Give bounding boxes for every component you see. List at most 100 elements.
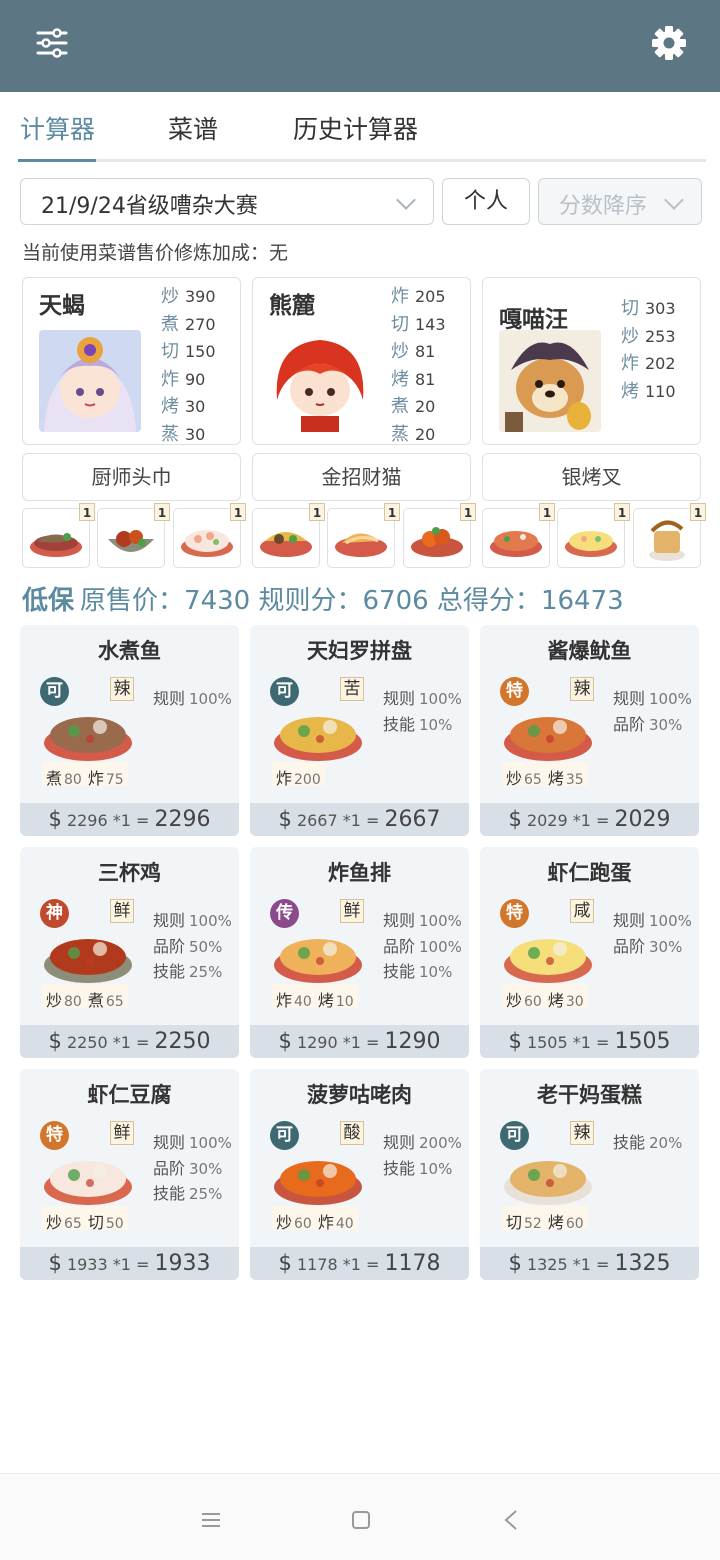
recipe-card[interactable]: 天妇罗拼盘 可 苦 规则 100% 技能 10% 炸 200 $ 2667 *1 = 2… xyxy=(250,625,469,836)
slot-count-badge: 1 xyxy=(309,503,325,521)
bonus-line: 规则 100% xyxy=(613,689,692,708)
quantity-multiplier: *1 xyxy=(112,1255,131,1274)
mode-personal-button[interactable]: 个人 xyxy=(442,178,530,225)
recipe-name: 虾仁豆腐 xyxy=(87,1083,172,1107)
recipe-card[interactable]: 酱爆鱿鱼 特 辣 规则 100% 品阶 30% 炒 65 烤 35 $ 2029 *1 = … xyxy=(480,625,699,836)
slot-count-badge: 1 xyxy=(384,503,400,521)
bonus-line: 规则 100% xyxy=(153,911,232,930)
recipe-slot[interactable]: 1 xyxy=(403,503,476,568)
taste-badge: 鲜 xyxy=(340,899,364,923)
rank-badge: 可 xyxy=(270,1121,299,1150)
recipe-card[interactable]: 水煮鱼 可 辣 规则 100% 煮 80 炸 75 $ 2296 *1 = 2296 xyxy=(20,625,239,836)
chef-card[interactable]: 嘎喵汪 切 303 炒 253 炸 202 烤 110 xyxy=(482,277,701,445)
recipe-slot[interactable]: 1 xyxy=(327,503,400,568)
bonus-line: 品阶 30% xyxy=(613,936,683,956)
back-arrow-icon[interactable] xyxy=(503,1509,519,1535)
recipe-slot[interactable]: 1 xyxy=(557,503,630,568)
recipe-slot[interactable]: 1 xyxy=(252,503,325,568)
chef-card[interactable]: 天蝎 炒 390 煮 270 切 150 炸 90 烤 30 蒸 30 xyxy=(22,277,241,445)
chevron-down-icon xyxy=(396,190,416,210)
orig-price-value: 7430 xyxy=(184,586,251,616)
system-nav-bar xyxy=(0,1473,720,1560)
recipe-slot[interactable]: 1 xyxy=(97,503,170,568)
home-square-icon[interactable] xyxy=(351,1510,371,1534)
sort-select-value: 分数降序 xyxy=(559,194,648,219)
recipe-card[interactable]: 三杯鸡 神 鲜 规则 100% 品阶 50% 技能 25% 炒 80 煮 65 $ 2250 *… xyxy=(20,847,239,1058)
equipment-slot[interactable]: 厨师头巾 xyxy=(22,453,241,501)
recipe-card[interactable]: 虾仁豆腐 特 鲜 规则 100% 品阶 30% 技能 25% 炒 65 切 50 $ 1933 … xyxy=(20,1069,239,1280)
price-row: $ 1325 *1 = 1325 xyxy=(480,1247,699,1280)
taste-badge: 鲜 xyxy=(110,1121,134,1145)
chef-skill: 烤 30 xyxy=(161,396,206,417)
bonus-line: 技能 10% xyxy=(383,962,453,981)
quantity-multiplier: *1 xyxy=(572,1255,591,1274)
bonus-list: 规则 100% 品阶 30% xyxy=(613,907,692,958)
recents-menu-icon[interactable] xyxy=(201,1512,221,1532)
currency-symbol: $ xyxy=(508,1251,522,1275)
quantity-multiplier: *1 xyxy=(572,811,591,830)
chef-name: 嘎喵汪 xyxy=(499,307,568,333)
price-row: $ 1290 *1 = 1290 xyxy=(250,1025,469,1058)
recipe-total: 2250 xyxy=(154,1029,211,1054)
price-row: $ 2667 *1 = 2667 xyxy=(250,803,469,836)
bonus-line: 规则 200% xyxy=(383,1133,462,1152)
bonus-line: 技能 20% xyxy=(613,1133,683,1152)
settings-gear-icon[interactable] xyxy=(646,20,692,66)
recipe-slot[interactable]: 1 xyxy=(173,503,246,568)
slot-count-badge: 1 xyxy=(79,503,95,521)
quantity-multiplier: *1 xyxy=(342,1255,361,1274)
bonus-list: 规则 100% 品阶 100% 技能 10% xyxy=(383,907,462,984)
slot-count-badge: 1 xyxy=(690,503,706,521)
bonus-line: 规则 100% xyxy=(153,689,232,708)
bonus-list: 技能 20% xyxy=(613,1129,682,1155)
tab-recipes[interactable]: 菜谱 xyxy=(168,110,218,146)
recipe-slot[interactable]: 1 xyxy=(633,503,706,568)
price-row: $ 1178 *1 = 1178 xyxy=(250,1247,469,1280)
recipe-slot[interactable]: 1 xyxy=(22,503,95,568)
equipment-slot[interactable]: 金招财猫 xyxy=(252,453,471,501)
recipe-slot[interactable]: 1 xyxy=(482,503,555,568)
taste-badge: 辣 xyxy=(570,1121,594,1145)
bonus-line: 品阶 50% xyxy=(153,936,223,956)
chef-skill: 切 303 xyxy=(621,298,676,319)
bonus-list: 规则 200% 技能 10% xyxy=(383,1129,462,1180)
unit-price: 1933 xyxy=(66,1255,108,1274)
recipe-card[interactable]: 老干妈蛋糕 可 辣 技能 20% 切 52 烤 60 $ 1325 *1 = 1325 xyxy=(480,1069,699,1280)
chef-skill: 炒 390 xyxy=(161,286,216,307)
tab-history-calculator[interactable]: 历史计算器 xyxy=(293,110,418,146)
currency-symbol: $ xyxy=(508,1029,522,1053)
currency-symbol: $ xyxy=(508,807,522,831)
price-row: $ 1505 *1 = 1505 xyxy=(480,1025,699,1058)
bonus-line: 技能 25% xyxy=(153,962,223,981)
tab-calculator[interactable]: 计算器 xyxy=(20,110,95,146)
chef-portrait xyxy=(269,330,371,432)
rule-select[interactable]: 21/9/24省级嘈杂大赛 xyxy=(20,178,434,225)
chef-name: 熊麓 xyxy=(269,293,315,319)
rank-badge: 可 xyxy=(500,1121,529,1150)
quantity-multiplier: *1 xyxy=(572,1033,591,1052)
taste-badge: 咸 xyxy=(570,899,594,923)
taste-badge: 鲜 xyxy=(110,899,134,923)
chef-name: 天蝎 xyxy=(39,293,85,319)
recipe-card[interactable]: 虾仁跑蛋 特 咸 规则 100% 品阶 30% 炒 60 烤 30 $ 1505 *1 = … xyxy=(480,847,699,1058)
skill-requirements: 炒 65 烤 35 xyxy=(502,762,588,788)
recipe-card[interactable]: 炸鱼排 传 鲜 规则 100% 品阶 100% 技能 10% 炸 40 烤 10 $ 1290 … xyxy=(250,847,469,1058)
bonus-line: 品阶 30% xyxy=(153,1158,223,1178)
currency-symbol: $ xyxy=(278,1251,292,1275)
rank-badge: 神 xyxy=(40,899,69,928)
equipment-slot[interactable]: 银烤叉 xyxy=(482,453,701,501)
currency-symbol: $ xyxy=(48,807,62,831)
score-summary: 低保 原售价：7430 规则分：6706 总得分：16473 xyxy=(22,580,624,617)
recipe-card[interactable]: 菠萝咕咾肉 可 酸 规则 200% 技能 10% 炒 60 炸 40 $ 1178 *1 =… xyxy=(250,1069,469,1280)
sort-select[interactable]: 分数降序 xyxy=(538,178,702,225)
filter-menu-icon[interactable] xyxy=(30,22,74,66)
skill-requirements: 炒 60 烤 30 xyxy=(502,984,588,1010)
bonus-list: 规则 100% 品阶 30% xyxy=(613,685,692,736)
bonus-line: 规则 100% xyxy=(613,911,692,930)
bonus-list: 规则 100% xyxy=(153,685,232,711)
quantity-multiplier: *1 xyxy=(112,811,131,830)
rank-badge: 特 xyxy=(40,1121,69,1150)
unit-price: 1325 xyxy=(526,1255,568,1274)
unit-price: 2029 xyxy=(526,811,568,830)
chef-card[interactable]: 熊麓 炸 205 切 143 炒 81 烤 81 煮 20 蒸 20 xyxy=(252,277,471,445)
